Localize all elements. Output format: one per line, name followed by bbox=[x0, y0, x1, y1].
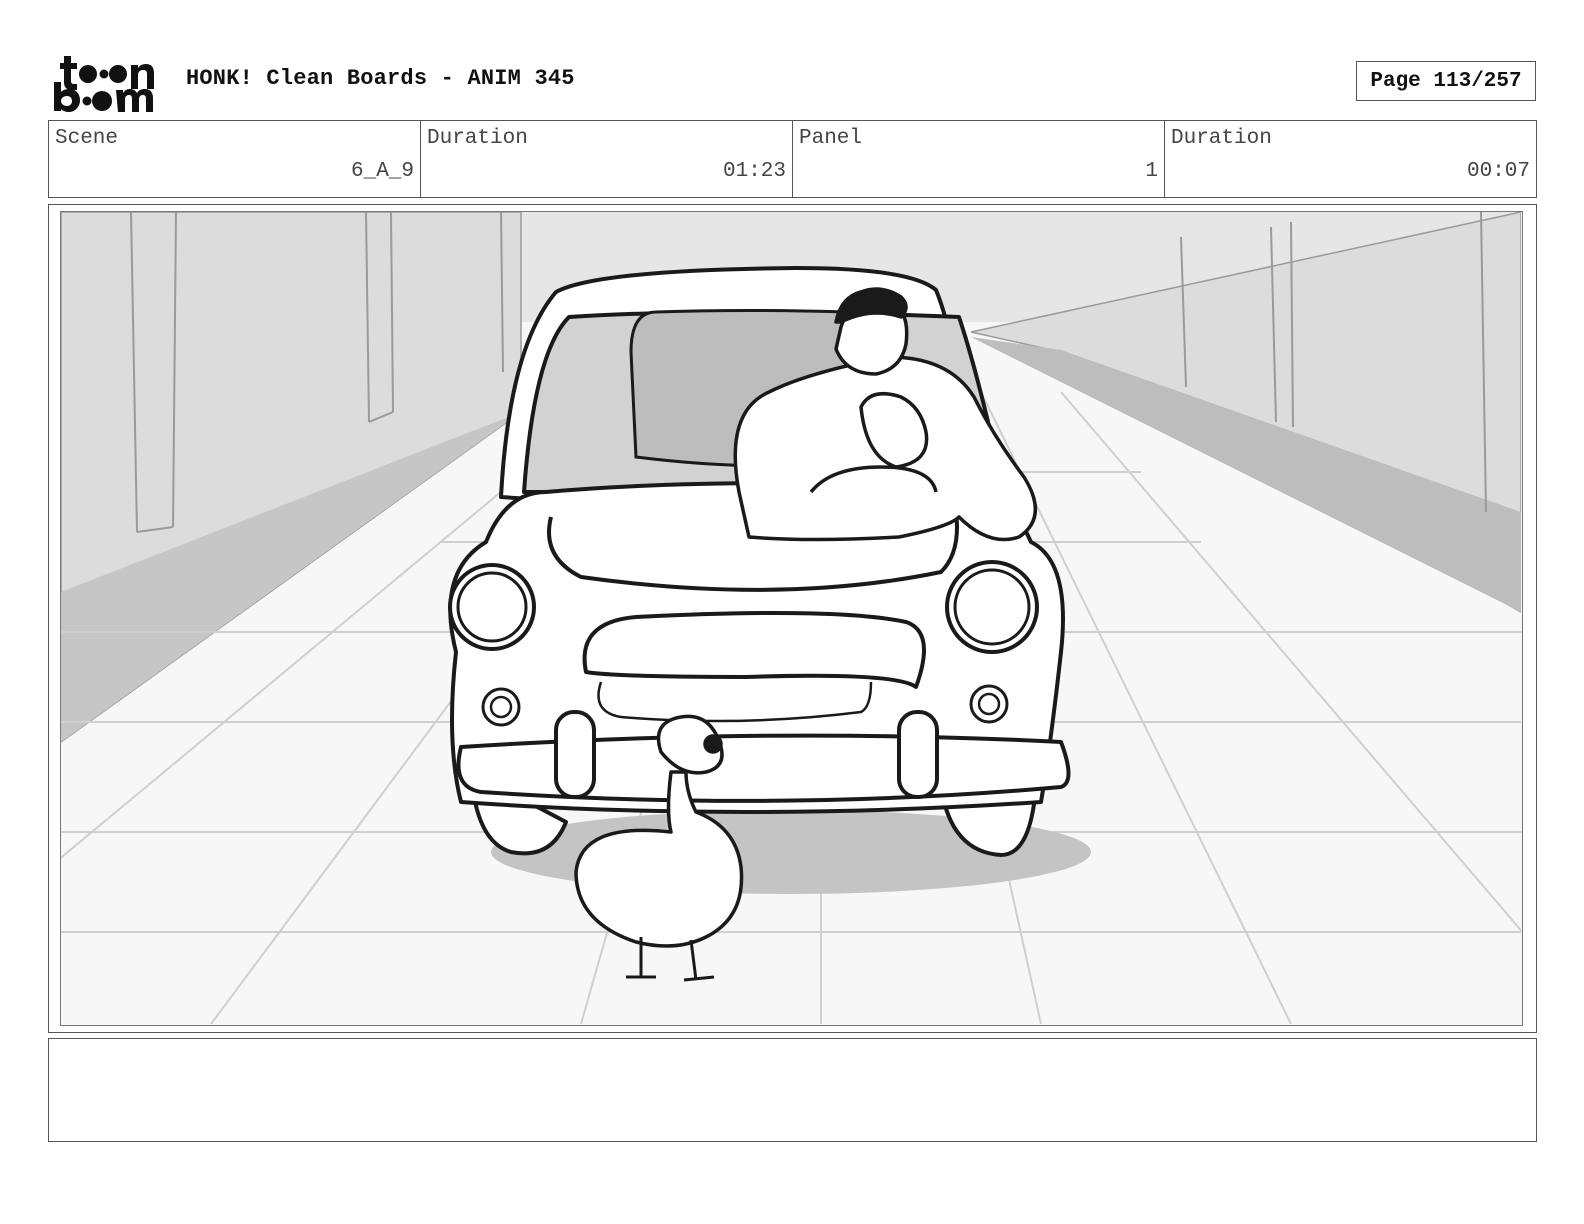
panel-label: Panel bbox=[799, 127, 863, 150]
goose-eye bbox=[703, 734, 723, 754]
storyboard-panel-frame bbox=[48, 204, 1537, 1033]
panel-value: 1 bbox=[1145, 160, 1158, 183]
document-title: HONK! Clean Boards - ANIM 345 bbox=[186, 66, 575, 91]
scene-duration-cell: Duration 01:23 bbox=[421, 121, 793, 197]
car-grille bbox=[582, 611, 926, 689]
toon-boom-logo bbox=[54, 56, 154, 112]
page-indicator: Page 113/257 bbox=[1356, 61, 1536, 101]
panel-duration-value: 00:07 bbox=[1466, 160, 1530, 183]
scene-label: Scene bbox=[55, 127, 119, 150]
scene-cell: Scene 6_A_9 bbox=[49, 121, 421, 197]
scene-duration-value: 01:23 bbox=[722, 160, 786, 183]
headlight-left-inner bbox=[456, 571, 528, 643]
panel-duration-cell: Duration 00:07 bbox=[1165, 121, 1536, 197]
bumper-guard-left bbox=[554, 710, 596, 799]
scene-duration-label: Duration bbox=[427, 127, 528, 150]
panel-duration-label: Duration bbox=[1171, 127, 1272, 150]
foglight-right-inner bbox=[977, 692, 1001, 716]
bumper-guard-right bbox=[897, 710, 939, 799]
panel-drawing bbox=[61, 212, 1521, 1024]
panel-notes[interactable] bbox=[48, 1038, 1537, 1142]
car-bumper bbox=[456, 733, 1071, 803]
scene-value: 6_A_9 bbox=[350, 160, 414, 183]
panel-cell: Panel 1 bbox=[793, 121, 1165, 197]
storyboard-panel-image bbox=[60, 211, 1523, 1026]
foglight-left-inner bbox=[489, 695, 513, 719]
scene-info-row: Scene 6_A_9 Duration 01:23 Panel 1 Durat… bbox=[48, 120, 1537, 198]
headlight-right-inner bbox=[953, 568, 1031, 646]
